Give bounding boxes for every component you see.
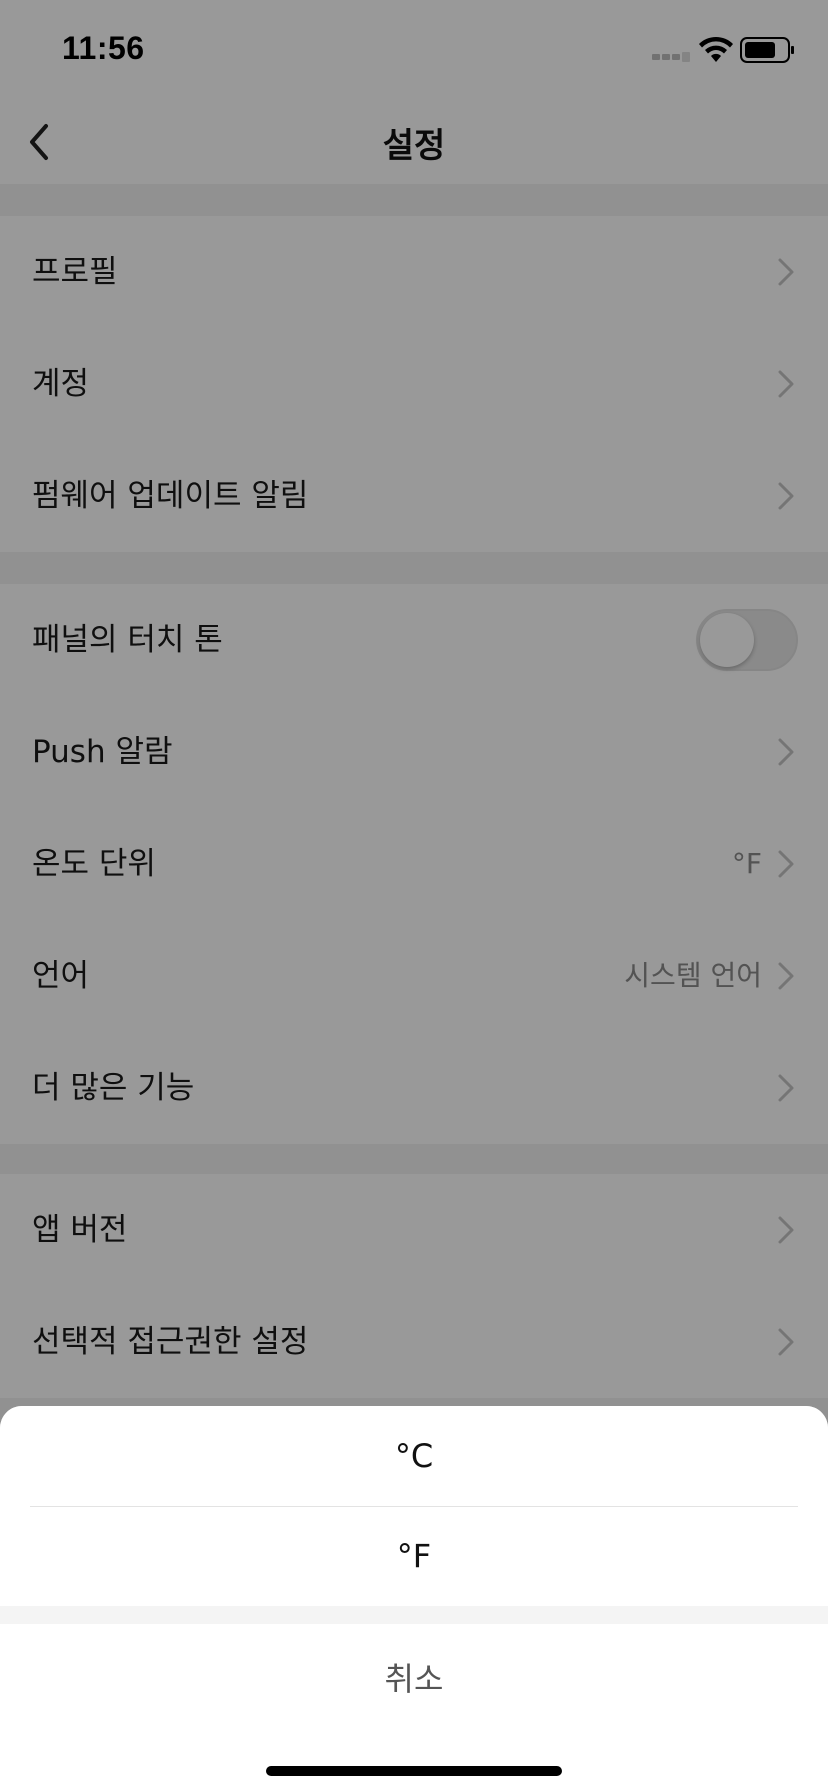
action-sheet-options: °C °F [0, 1406, 828, 1606]
home-indicator [266, 1766, 562, 1776]
option-celsius[interactable]: °C [0, 1406, 828, 1506]
option-fahrenheit[interactable]: °F [0, 1506, 828, 1606]
cancel-label: 취소 [384, 1660, 444, 1698]
temperature-unit-action-sheet: °C °F 취소 [0, 1406, 828, 1792]
